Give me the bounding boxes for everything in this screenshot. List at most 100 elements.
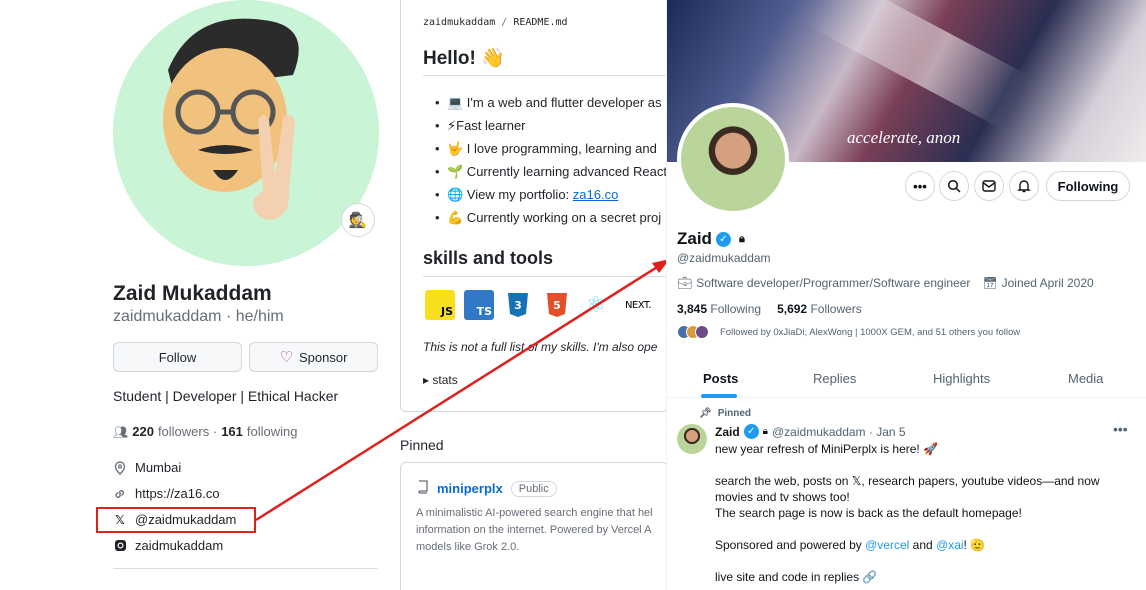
- post-more-options-icon[interactable]: •••: [1113, 421, 1128, 437]
- post-author-avatar[interactable]: [677, 424, 707, 454]
- github-avatar[interactable]: [113, 0, 379, 266]
- skills-heading: skills and tools: [423, 248, 554, 268]
- verified-badge-icon: ✓: [743, 424, 759, 439]
- list-item-text: View my portfolio:: [463, 187, 573, 202]
- stats-details-toggle[interactable]: ▸ stats: [423, 373, 458, 387]
- following-link[interactable]: 3,845 Following: [677, 302, 761, 316]
- sponsor-button[interactable]: ♡ Sponsor: [249, 342, 378, 372]
- laptop-emoji-icon: 💻: [447, 95, 464, 110]
- instagram-row[interactable]: zaidmukaddam: [113, 538, 223, 553]
- list-item-text: I'm a web and flutter developer as: [463, 95, 662, 110]
- profile-username: zaidmukaddam · he/him: [113, 308, 284, 325]
- post-line: [715, 457, 1135, 473]
- post-meta: @zaidmukaddam · Jan 5: [772, 424, 906, 439]
- twitter-avatar[interactable]: [677, 103, 789, 215]
- flexed-biceps-emoji-icon: 💪: [447, 210, 464, 225]
- location-row: Mumbai: [113, 460, 181, 475]
- nextjs-icon: NEXT.: [620, 290, 656, 320]
- post-body: new year refresh of MiniPerplx is here! …: [715, 441, 1135, 585]
- memoji-avatar-image: [113, 0, 379, 266]
- lock-icon: 🔒︎: [738, 232, 745, 245]
- occupation: 💼︎ Software developer/Programmer/Software…: [677, 276, 970, 290]
- sidebar-divider: [113, 568, 378, 569]
- search-profile-button[interactable]: [939, 171, 969, 201]
- skills-heading-rule: [423, 276, 667, 277]
- following-count[interactable]: 161: [221, 424, 243, 439]
- verified-badge-icon: ✓: [715, 231, 731, 247]
- portfolio-link[interactable]: za16.co: [573, 187, 619, 202]
- mutual-avatars: [677, 325, 709, 339]
- xai-mention-link[interactable]: @xai: [936, 538, 964, 552]
- display-name-text: Zaid: [677, 229, 712, 248]
- list-item-text: Fast learner: [456, 118, 526, 133]
- highlight-box: [96, 507, 256, 533]
- readme-card: zaidmukaddam / README.md Hello! 👋 💻 I'm …: [400, 0, 668, 412]
- lightning-emoji-icon: ⚡: [447, 118, 457, 133]
- mutual-avatar: [695, 325, 709, 339]
- following-label[interactable]: following: [247, 424, 298, 439]
- post-line: search the web, posts on 𝕏, research pap…: [715, 474, 1100, 488]
- repo-description: A minimalistic AI-powered search engine …: [416, 507, 653, 553]
- joined-text: Joined April 2020: [1001, 276, 1094, 290]
- typescript-icon: TS: [464, 290, 494, 320]
- joined-date: 📅︎ Joined April 2020: [982, 276, 1093, 290]
- more-options-button[interactable]: •••: [905, 171, 935, 201]
- tab-posts[interactable]: Posts: [703, 371, 738, 386]
- followers-link[interactable]: 5,692 Followers: [777, 302, 862, 316]
- tab-media[interactable]: Media: [1068, 371, 1103, 386]
- post-line: new year refresh of MiniPerplx is here! …: [715, 442, 939, 456]
- post-line-text: and: [909, 538, 937, 552]
- readme-list: 💻 I'm a web and flutter developer as ⚡Fa…: [435, 91, 667, 229]
- following-count: 3,845: [677, 302, 708, 316]
- post-line: movies and tv shows too!: [715, 490, 850, 504]
- globe-emoji-icon: 🌐: [447, 187, 464, 202]
- instagram-icon: [113, 539, 127, 553]
- notifications-button[interactable]: [1009, 171, 1039, 201]
- pin-icon: 📌︎: [699, 408, 712, 419]
- followers-count: 5,692: [777, 302, 808, 316]
- readme-path-user[interactable]: zaidmukaddam: [423, 17, 495, 28]
- followers-label: Followers: [810, 302, 862, 316]
- followed-by-text: Followed by 0xJiaDi, AlexWong | 1000X GE…: [720, 326, 1021, 338]
- svg-text:3: 3: [514, 299, 522, 312]
- pinned-section-label: Pinned: [400, 437, 444, 453]
- followers-label[interactable]: followers ·: [158, 424, 217, 439]
- post-author-name[interactable]: Zaid: [715, 425, 740, 439]
- instagram-link[interactable]: zaidmukaddam: [135, 538, 223, 553]
- follow-button[interactable]: Follow: [113, 342, 242, 372]
- ellipsis-icon: •••: [913, 178, 927, 194]
- post-line-text: Sponsored and powered by: [715, 538, 866, 552]
- location-text: Mumbai: [135, 460, 182, 475]
- list-item: 💻 I'm a web and flutter developer as: [435, 91, 667, 114]
- list-item: 🌱 Currently learning advanced React: [435, 160, 667, 183]
- website-link[interactable]: https://za16.co: [135, 486, 220, 501]
- post-line: [715, 521, 1135, 537]
- message-button[interactable]: [974, 171, 1004, 201]
- repo-name-link[interactable]: miniperplx: [437, 481, 503, 496]
- svg-text:5: 5: [553, 299, 561, 312]
- readme-path-sep: /: [501, 17, 508, 28]
- pinned-repo-card: miniperplx Public A minimalistic AI-powe…: [400, 462, 668, 590]
- status-emoji-badge[interactable]: 🕵️: [341, 203, 375, 237]
- briefcase-icon: 💼︎: [677, 276, 693, 290]
- website-row[interactable]: https://za16.co: [113, 486, 220, 501]
- follow-button-label: Follow: [158, 349, 197, 365]
- vercel-mention-link[interactable]: @vercel: [865, 538, 909, 552]
- love-you-gesture-emoji-icon: 🤟: [447, 141, 464, 156]
- active-tab-indicator: [701, 394, 737, 398]
- profile-full-name: Zaid Mukaddam: [113, 282, 272, 305]
- followers-count[interactable]: 220: [132, 424, 154, 439]
- tab-highlights[interactable]: Highlights: [933, 371, 990, 386]
- calendar-icon: 📅︎: [982, 276, 998, 290]
- location-pin-icon: [113, 460, 127, 475]
- list-item: 🤟 I love programming, learning and: [435, 137, 667, 160]
- following-button[interactable]: Following: [1046, 171, 1130, 201]
- repo-visibility-badge: Public: [510, 480, 557, 497]
- readme-path-file[interactable]: README.md: [513, 17, 567, 28]
- followed-by-row[interactable]: Followed by 0xJiaDi, AlexWong | 1000X GE…: [677, 325, 1020, 339]
- envelope-icon: [982, 180, 996, 192]
- profile-bio: Student | Developer | Ethical Hacker: [113, 388, 339, 404]
- detective-emoji-icon: 🕵️: [348, 212, 368, 229]
- tab-replies[interactable]: Replies: [813, 371, 856, 386]
- post-header: Zaid ✓ 🔒︎ @zaidmukaddam · Jan 5: [715, 424, 906, 439]
